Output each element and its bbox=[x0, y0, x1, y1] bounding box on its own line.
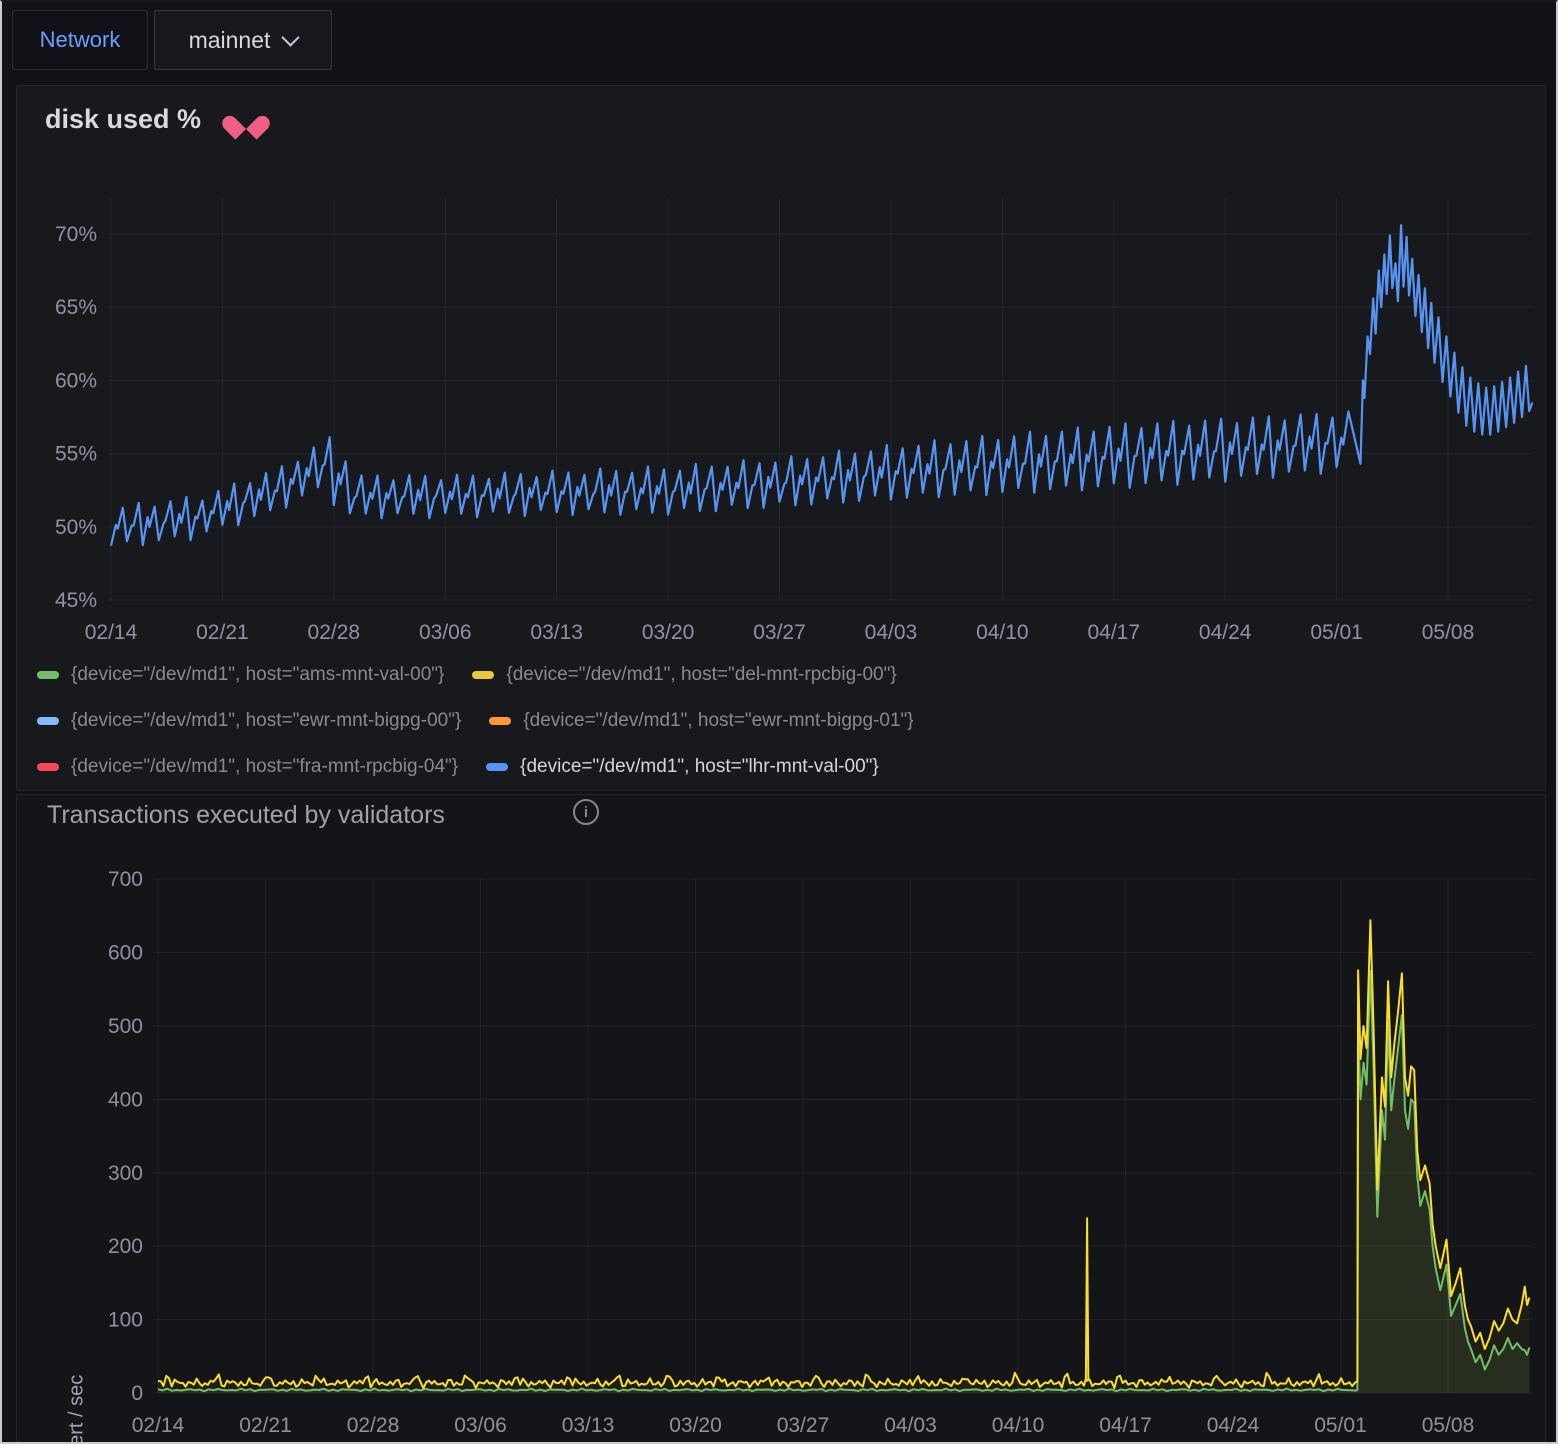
svg-text:600: 600 bbox=[108, 942, 143, 965]
svg-text:03/20: 03/20 bbox=[642, 621, 695, 644]
svg-text:0: 0 bbox=[131, 1382, 143, 1405]
svg-text:04/17: 04/17 bbox=[1087, 621, 1140, 644]
svg-text:500: 500 bbox=[108, 1015, 143, 1038]
legend-series-swatch bbox=[489, 717, 511, 725]
legend-item[interactable]: {device="/dev/md1", host="del-mnt-rpcbig… bbox=[472, 664, 896, 686]
svg-text:04/10: 04/10 bbox=[992, 1414, 1045, 1437]
legend-series-swatch bbox=[37, 763, 59, 771]
legend-row: {device="/dev/md1", host="ams-mnt-val-00… bbox=[37, 652, 914, 698]
legend-item[interactable]: {device="/dev/md1", host="fra-mnt-rpcbig… bbox=[37, 756, 458, 778]
legend-series-label: {device="/dev/md1", host="del-mnt-rpcbig… bbox=[506, 664, 896, 686]
legend-series-label: {device="/dev/md1", host="fra-mnt-rpcbig… bbox=[71, 756, 458, 778]
legend-series-label: {device="/dev/md1", host="ewr-mnt-bigpg-… bbox=[71, 710, 461, 732]
svg-text:03/20: 03/20 bbox=[669, 1414, 722, 1437]
legend-item[interactable]: {device="/dev/md1", host="ewr-mnt-bigpg-… bbox=[37, 710, 461, 732]
legend-series-label: {device="/dev/md1", host="ams-mnt-val-00… bbox=[71, 664, 444, 686]
legend-item[interactable]: {device="/dev/md1", host="ams-mnt-val-00… bbox=[37, 664, 444, 686]
svg-text:02/14: 02/14 bbox=[132, 1414, 185, 1437]
legend-row: {device="/dev/md1", host="ewr-mnt-bigpg-… bbox=[37, 698, 914, 744]
svg-text:300: 300 bbox=[108, 1162, 143, 1185]
y-axis-title: Cert / sec bbox=[66, 1348, 89, 1444]
y-axis-title-wrap: Cert / sec bbox=[41, 1065, 81, 1205]
svg-text:700: 700 bbox=[108, 868, 143, 891]
svg-text:03/27: 03/27 bbox=[753, 621, 806, 644]
chevron-down-icon bbox=[282, 28, 300, 46]
svg-text:65%: 65% bbox=[55, 296, 97, 319]
legend-series-swatch bbox=[486, 763, 508, 771]
svg-text:02/21: 02/21 bbox=[196, 621, 249, 644]
svg-text:03/27: 03/27 bbox=[777, 1414, 830, 1437]
legend-series-label: {device="/dev/md1", host="lhr-mnt-val-00… bbox=[520, 756, 879, 778]
svg-text:02/28: 02/28 bbox=[347, 1414, 400, 1437]
svg-text:45%: 45% bbox=[55, 589, 97, 612]
svg-text:02/28: 02/28 bbox=[308, 621, 361, 644]
grafana-dashboard: Network mainnet disk used % 02/1402/2102… bbox=[0, 0, 1558, 1444]
svg-text:05/08: 05/08 bbox=[1422, 621, 1475, 644]
svg-text:200: 200 bbox=[108, 1235, 143, 1258]
network-variable-dropdown[interactable]: mainnet bbox=[154, 10, 332, 70]
svg-text:03/06: 03/06 bbox=[454, 1414, 507, 1437]
panel-disk-used: disk used % 02/1402/2102/2803/0603/1303/… bbox=[16, 85, 1546, 791]
svg-text:03/13: 03/13 bbox=[562, 1414, 615, 1437]
svg-text:05/08: 05/08 bbox=[1422, 1414, 1475, 1437]
svg-text:04/24: 04/24 bbox=[1199, 621, 1252, 644]
svg-text:400: 400 bbox=[108, 1088, 143, 1111]
legend-item[interactable]: {device="/dev/md1", host="ewr-mnt-bigpg-… bbox=[489, 710, 913, 732]
svg-text:50%: 50% bbox=[55, 516, 97, 539]
svg-text:04/17: 04/17 bbox=[1099, 1414, 1152, 1437]
panel-transactions: Transactions executed by validators i 02… bbox=[16, 794, 1546, 1443]
svg-text:04/03: 04/03 bbox=[865, 621, 918, 644]
svg-text:70%: 70% bbox=[55, 223, 97, 246]
network-value-text: mainnet bbox=[189, 27, 271, 54]
svg-text:02/14: 02/14 bbox=[85, 621, 138, 644]
svg-text:55%: 55% bbox=[55, 443, 97, 466]
legend-series-swatch bbox=[472, 671, 494, 679]
legend-series-swatch bbox=[37, 671, 59, 679]
svg-text:60%: 60% bbox=[55, 369, 97, 392]
svg-text:04/03: 04/03 bbox=[884, 1414, 937, 1437]
legend-item[interactable]: {device="/dev/md1", host="lhr-mnt-val-00… bbox=[486, 756, 879, 778]
network-label-text: Network bbox=[40, 27, 121, 53]
svg-text:04/10: 04/10 bbox=[976, 621, 1029, 644]
svg-text:05/01: 05/01 bbox=[1310, 621, 1363, 644]
legend-series-swatch bbox=[37, 717, 59, 725]
disk-legend: {device="/dev/md1", host="ams-mnt-val-00… bbox=[37, 652, 914, 790]
svg-text:100: 100 bbox=[108, 1309, 143, 1332]
svg-text:04/24: 04/24 bbox=[1207, 1414, 1260, 1437]
network-variable-label: Network bbox=[12, 10, 148, 70]
legend-series-label: {device="/dev/md1", host="ewr-mnt-bigpg-… bbox=[523, 710, 913, 732]
legend-row: {device="/dev/md1", host="fra-mnt-rpcbig… bbox=[37, 744, 914, 790]
svg-text:03/13: 03/13 bbox=[530, 621, 583, 644]
svg-text:02/21: 02/21 bbox=[239, 1414, 292, 1437]
svg-text:03/06: 03/06 bbox=[419, 621, 472, 644]
svg-text:05/01: 05/01 bbox=[1314, 1414, 1367, 1437]
transactions-chart[interactable]: 02/14 02/21 02/28 03/06 03/13 03/20 03/27 04/03… bbox=[17, 795, 1547, 1444]
